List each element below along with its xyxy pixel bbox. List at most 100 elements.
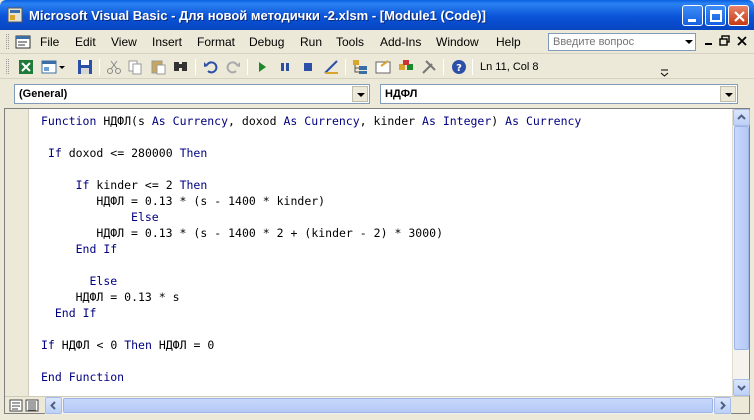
- properties-icon[interactable]: [374, 58, 392, 76]
- help-search-input[interactable]: [549, 34, 677, 50]
- code-line[interactable]: If doxod <= 280000 Then: [41, 145, 581, 161]
- object-dropdown-value: (General): [19, 88, 68, 100]
- chevron-right-icon: [720, 401, 726, 410]
- procedure-dropdown[interactable]: НДФЛ: [380, 84, 738, 104]
- code-window[interactable]: Function НДФЛ(s As Currency, doxod As Cu…: [4, 108, 750, 414]
- code-line[interactable]: If kinder <= 2 Then: [41, 177, 581, 193]
- code-line[interactable]: [41, 321, 581, 337]
- close-button[interactable]: [728, 5, 749, 26]
- vertical-scrollbar[interactable]: [732, 109, 750, 396]
- object-dropdown[interactable]: (General): [14, 84, 370, 104]
- copy-icon[interactable]: [126, 58, 144, 76]
- code-line[interactable]: НДФЛ = 0.13 * (s - 1400 * kinder): [41, 193, 581, 209]
- code-line[interactable]: НДФЛ = 0.13 * s: [41, 289, 581, 305]
- chevron-down-icon[interactable]: [352, 86, 368, 102]
- code-line[interactable]: Else: [41, 209, 581, 225]
- menu-tools[interactable]: Tools: [336, 35, 364, 49]
- menu-grip[interactable]: [6, 34, 9, 49]
- code-line[interactable]: [41, 257, 581, 273]
- insert-userform-icon[interactable]: [40, 58, 58, 76]
- close-icon: [734, 11, 745, 22]
- menu-add-ins[interactable]: Add-Ins: [380, 35, 421, 49]
- toolbar-separator: [443, 59, 444, 75]
- toolbar-options-icon[interactable]: [660, 69, 669, 77]
- help-icon[interactable]: ?: [450, 58, 468, 76]
- toolbar-separator: [345, 59, 346, 75]
- break-icon[interactable]: [276, 58, 294, 76]
- toolbox-icon[interactable]: [420, 58, 438, 76]
- code-line[interactable]: [41, 161, 581, 177]
- menu-help[interactable]: Help: [496, 35, 521, 49]
- menu-insert[interactable]: Insert: [152, 35, 182, 49]
- menu-view[interactable]: View: [111, 35, 137, 49]
- scroll-right-button[interactable]: [714, 397, 731, 414]
- maximize-icon: [710, 10, 722, 22]
- insert-dropdown-icon[interactable]: [58, 58, 66, 76]
- help-search-box[interactable]: [548, 33, 696, 51]
- code-line[interactable]: End If: [41, 241, 581, 257]
- cursor-position: Ln 11, Col 8: [480, 61, 539, 73]
- find-icon[interactable]: [172, 58, 190, 76]
- menu-edit[interactable]: Edit: [75, 35, 96, 49]
- paste-icon[interactable]: [149, 58, 167, 76]
- minimize-button[interactable]: [682, 5, 703, 26]
- mdi-minimize-icon[interactable]: [702, 34, 716, 48]
- code-line[interactable]: Else: [41, 273, 581, 289]
- code-window-icon[interactable]: [15, 34, 31, 50]
- minimize-icon: [688, 19, 696, 22]
- vba-app-icon: [7, 7, 23, 23]
- mdi-restore-icon[interactable]: [718, 34, 732, 48]
- vertical-scroll-thumb[interactable]: [734, 126, 749, 350]
- code-line[interactable]: НДФЛ = 0.13 * (s - 1400 * 2 + (kinder - …: [41, 225, 581, 241]
- code-line[interactable]: [41, 353, 581, 369]
- design-mode-icon[interactable]: [322, 58, 340, 76]
- toolbar-separator: [99, 59, 100, 75]
- mdi-close-icon[interactable]: [735, 34, 749, 48]
- menu-bar: File Edit View Insert Format Debug Run T…: [0, 30, 754, 54]
- toolbar-separator: [472, 59, 473, 75]
- menu-debug[interactable]: Debug: [249, 35, 284, 49]
- code-line[interactable]: End If: [41, 305, 581, 321]
- maximize-button[interactable]: [705, 5, 726, 26]
- full-module-view-icon[interactable]: [25, 399, 39, 412]
- project-explorer-icon[interactable]: [351, 58, 369, 76]
- horizontal-scrollbar[interactable]: [45, 397, 731, 414]
- code-editor[interactable]: Function НДФЛ(s As Currency, doxod As Cu…: [41, 113, 581, 385]
- scroll-left-button[interactable]: [45, 397, 62, 414]
- code-line[interactable]: If НДФЛ < 0 Then НДФЛ = 0: [41, 337, 581, 353]
- horizontal-scroll-thumb[interactable]: [63, 398, 713, 413]
- menu-window[interactable]: Window: [436, 35, 479, 49]
- procedure-dropdown-value: НДФЛ: [385, 88, 418, 100]
- redo-icon[interactable]: [224, 58, 242, 76]
- window-title: Microsoft Visual Basic - Для новой метод…: [29, 7, 486, 23]
- scroll-down-button[interactable]: [733, 379, 750, 396]
- toolbar-separator: [195, 59, 196, 75]
- chevron-left-icon: [50, 401, 56, 410]
- excel-icon[interactable]: [17, 58, 35, 76]
- scroll-up-button[interactable]: [733, 109, 750, 126]
- margin-indicator-bar[interactable]: [5, 109, 29, 396]
- bottom-bar: [5, 396, 749, 414]
- code-line[interactable]: Function НДФЛ(s As Currency, doxod As Cu…: [41, 113, 581, 129]
- chevron-down-icon: [737, 385, 746, 391]
- toolbar-grip[interactable]: [6, 59, 9, 74]
- menu-format[interactable]: Format: [197, 35, 235, 49]
- procedure-view-icon[interactable]: [9, 399, 23, 412]
- run-icon[interactable]: [253, 58, 271, 76]
- menu-file[interactable]: File: [40, 35, 59, 49]
- save-icon[interactable]: [76, 58, 94, 76]
- reset-icon[interactable]: [299, 58, 317, 76]
- combo-row: (General) НДФЛ: [0, 80, 754, 108]
- object-browser-icon[interactable]: [397, 58, 415, 76]
- chevron-down-icon[interactable]: [720, 86, 736, 102]
- toolbar-separator: [247, 59, 248, 75]
- svg-text:?: ?: [456, 63, 462, 74]
- title-bar[interactable]: Microsoft Visual Basic - Для новой метод…: [0, 0, 754, 30]
- chevron-up-icon: [737, 114, 746, 120]
- code-line[interactable]: End Function: [41, 369, 581, 385]
- code-line[interactable]: [41, 129, 581, 145]
- help-dropdown-arrow-icon[interactable]: [685, 40, 693, 44]
- undo-icon[interactable]: [202, 58, 220, 76]
- cut-icon[interactable]: [105, 58, 123, 76]
- menu-run[interactable]: Run: [300, 35, 322, 49]
